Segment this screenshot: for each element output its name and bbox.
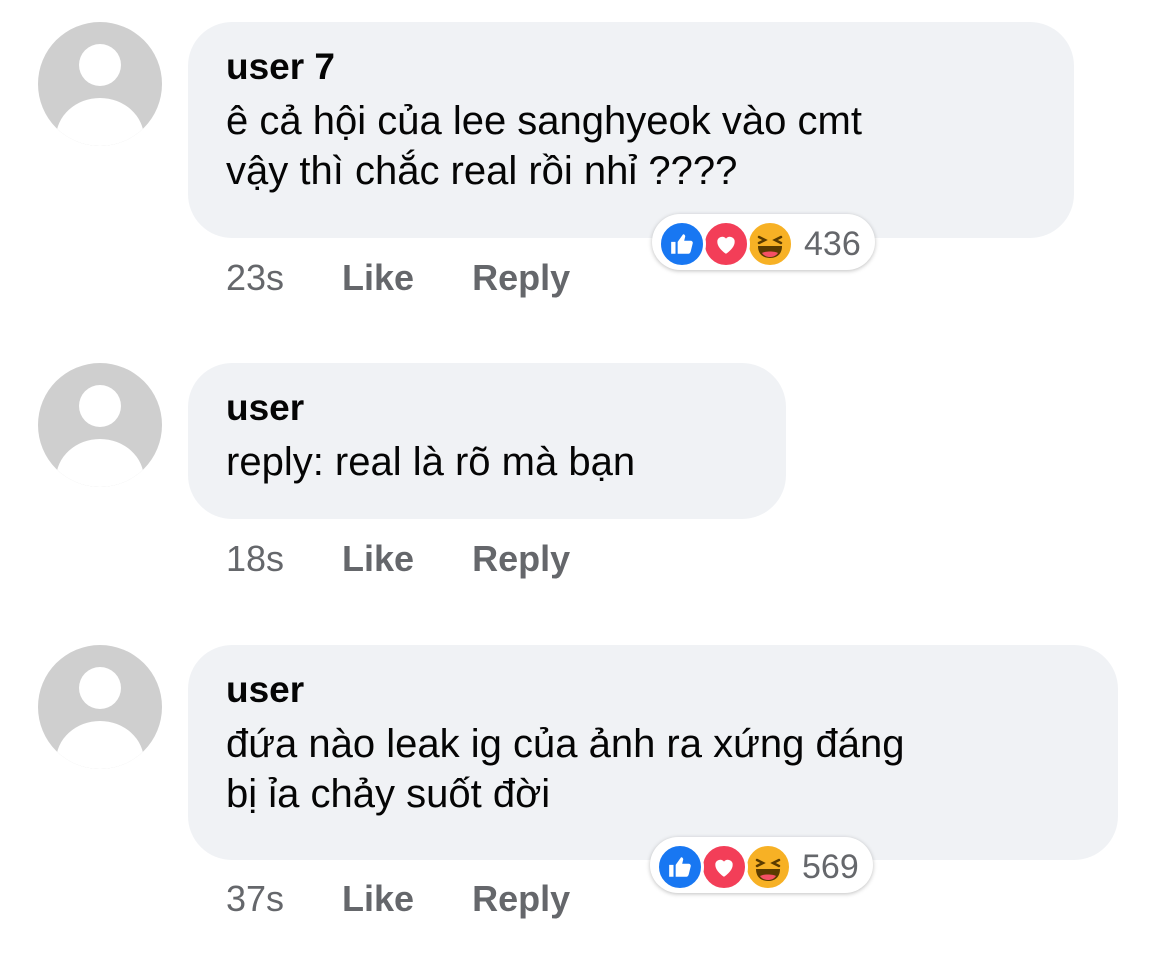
reply-button[interactable]: Reply [472, 877, 570, 921]
like-button[interactable]: Like [342, 256, 414, 300]
comment-text-line: ê cả hội của lee sanghyeok vào cmt [226, 99, 862, 143]
avatar[interactable] [38, 645, 162, 769]
avatar-head-shape [79, 44, 121, 86]
comment-meta: 18s Like Reply [226, 537, 628, 581]
comment-text-line: reply: real là rõ mà bạn [226, 440, 636, 484]
reaction-count: 569 [802, 848, 859, 886]
like-button[interactable]: Like [342, 877, 414, 921]
like-button[interactable]: Like [342, 537, 414, 581]
comment-timestamp[interactable]: 23s [226, 256, 284, 300]
comment-text-line: đứa nào leak ig của ảnh ra xứng đáng [226, 722, 905, 766]
comment-timestamp[interactable]: 18s [226, 537, 284, 581]
comment-author[interactable]: user [226, 667, 1078, 713]
comment-author[interactable]: user [226, 385, 746, 431]
haha-icon [744, 843, 792, 891]
avatar[interactable] [38, 363, 162, 487]
reply-button[interactable]: Reply [472, 256, 570, 300]
avatar[interactable] [38, 22, 162, 146]
comment-text-line: vậy thì chắc real rồi nhỉ ???? [226, 149, 738, 193]
love-icon [700, 843, 748, 891]
avatar-head-shape [79, 667, 121, 709]
love-icon [702, 220, 750, 268]
haha-icon [746, 220, 794, 268]
comment-thread: user 7 ê cả hội của lee sanghyeok vào cm… [0, 0, 1170, 954]
avatar-body-shape [56, 98, 144, 146]
comment-bubble[interactable]: user đứa nào leak ig của ảnh ra xứng đán… [188, 645, 1118, 860]
avatar-head-shape [79, 385, 121, 427]
reaction-summary[interactable]: 436 [652, 214, 875, 270]
comment-bubble[interactable]: user reply: real là rõ mà bạn [188, 363, 786, 519]
comment-meta: 37s Like Reply [226, 877, 628, 921]
like-icon [656, 843, 704, 891]
reaction-summary[interactable]: 569 [650, 837, 873, 893]
comment-timestamp[interactable]: 37s [226, 877, 284, 921]
reply-button[interactable]: Reply [472, 537, 570, 581]
comment-bubble[interactable]: user 7 ê cả hội của lee sanghyeok vào cm… [188, 22, 1074, 238]
comment-meta: 23s Like Reply [226, 256, 628, 300]
comment-text-line: bị ỉa chảy suốt đời [226, 772, 551, 816]
comment-author[interactable]: user 7 [226, 44, 1034, 90]
reaction-count: 436 [804, 225, 861, 263]
avatar-body-shape [56, 439, 144, 487]
avatar-body-shape [56, 721, 144, 769]
like-icon [658, 220, 706, 268]
